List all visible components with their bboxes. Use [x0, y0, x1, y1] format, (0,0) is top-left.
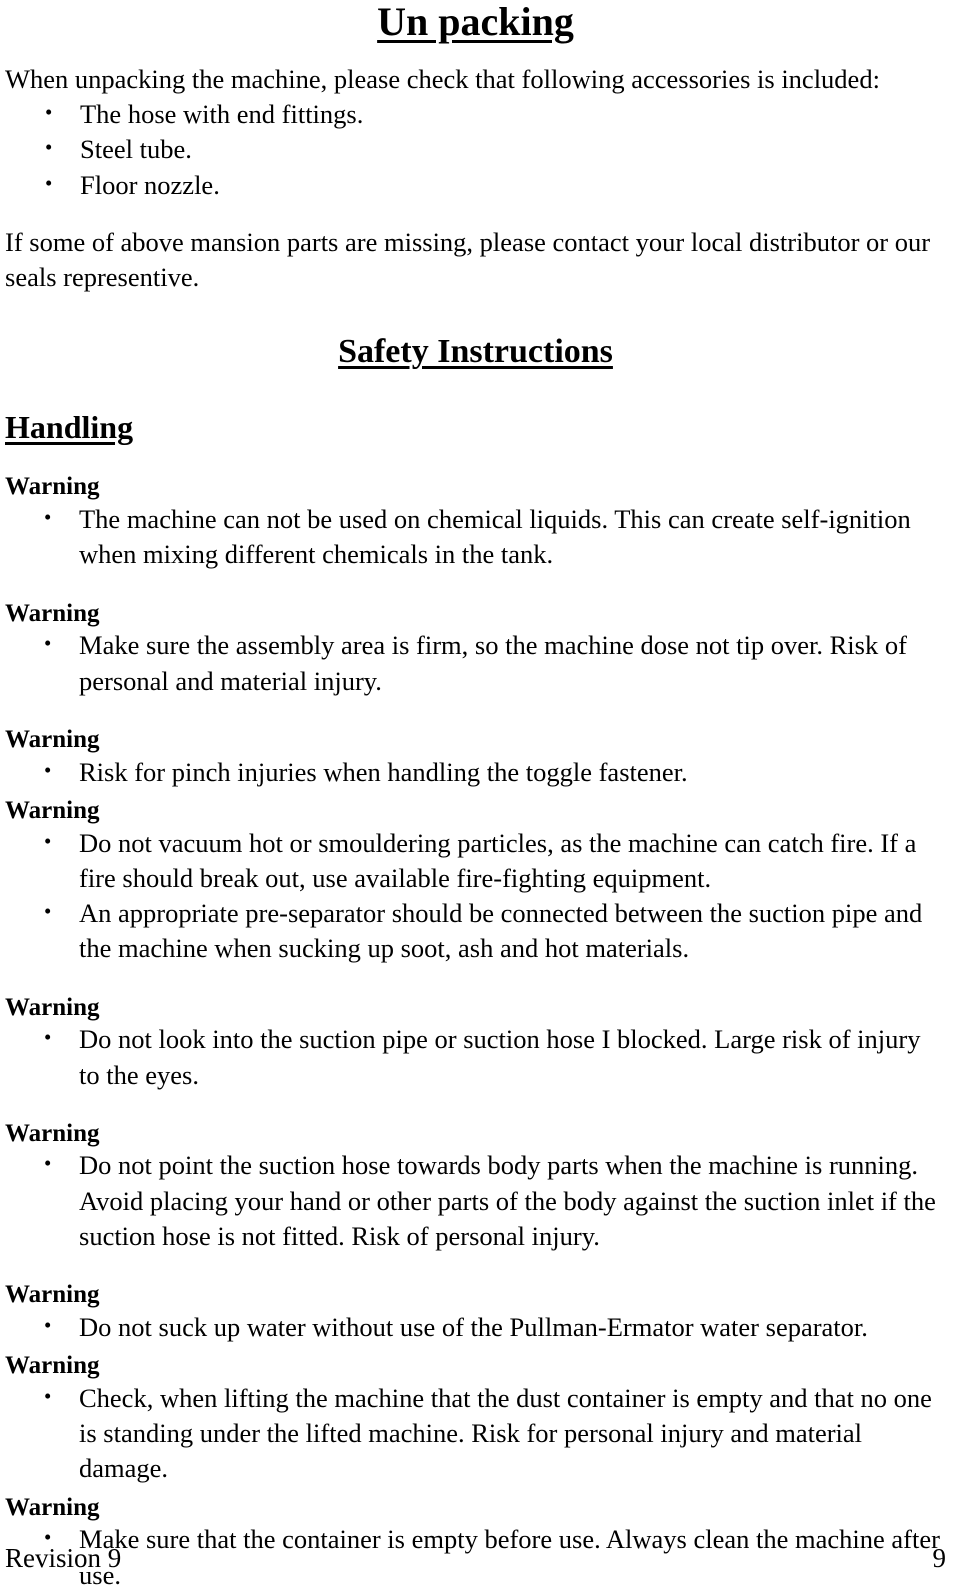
warning-list: Risk for pinch injuries when handling th… — [5, 754, 946, 790]
page-title: Un packing — [5, 0, 946, 42]
list-item: The machine can not be used on chemical … — [5, 501, 946, 572]
revision-label: Revision 9 — [5, 1543, 122, 1574]
warning-label: Warning — [5, 1493, 100, 1521]
handling-heading: Handling — [5, 411, 946, 443]
list-item: Steel tube. — [5, 131, 946, 167]
list-item: Do not point the suction hose towards bo… — [5, 1147, 946, 1254]
list-item: Make sure the assembly area is firm, so … — [5, 627, 946, 698]
list-item: Do not suck up water without use of the … — [5, 1309, 946, 1345]
warning-block: Warning Make sure the assembly area is f… — [5, 600, 946, 699]
warning-label: Warning — [5, 725, 100, 753]
warning-label: Warning — [5, 473, 100, 501]
warning-block: Warning Risk for pinch injuries when han… — [5, 726, 946, 790]
warning-list: Make sure the assembly area is firm, so … — [5, 627, 946, 698]
page-number: 9 — [932, 1543, 947, 1574]
list-item: Do not look into the suction pipe or suc… — [5, 1021, 946, 1092]
list-item: Do not vacuum hot or smouldering particl… — [5, 825, 946, 896]
list-item: An appropriate pre-separator should be c… — [5, 895, 946, 966]
warning-label: Warning — [5, 796, 100, 824]
warning-label: Warning — [5, 599, 100, 627]
list-item: Floor nozzle. — [5, 167, 946, 203]
safety-instructions-heading: Safety Instructions — [5, 335, 946, 369]
page-footer: Revision 9 9 — [5, 1544, 946, 1574]
warning-list: Check, when lifting the machine that the… — [5, 1380, 946, 1487]
warning-block: Warning Do not point the suction hose to… — [5, 1120, 946, 1254]
warning-label: Warning — [5, 1119, 100, 1147]
warning-list: The machine can not be used on chemical … — [5, 501, 946, 572]
intro-paragraph: When unpacking the machine, please check… — [5, 64, 880, 94]
document-page: Un packing When unpacking the machine, p… — [0, 0, 960, 1590]
warning-block: Warning Do not suck up water without use… — [5, 1281, 946, 1345]
list-item: Check, when lifting the machine that the… — [5, 1380, 946, 1487]
warning-block: Warning The machine can not be used on c… — [5, 473, 946, 572]
list-item: The hose with end fittings. — [5, 96, 946, 132]
handling-heading-text: Handling — [5, 409, 134, 446]
list-item: Risk for pinch injuries when handling th… — [5, 754, 946, 790]
warning-label: Warning — [5, 993, 100, 1021]
warning-label: Warning — [5, 1352, 100, 1380]
warning-block: Warning Make sure that the container is … — [5, 1494, 946, 1593]
safety-instructions-heading-text: Safety Instructions — [338, 333, 613, 371]
warning-label: Warning — [5, 1281, 100, 1309]
warning-list: Do not point the suction hose towards bo… — [5, 1147, 946, 1254]
warning-list: Do not look into the suction pipe or suc… — [5, 1021, 946, 1092]
warning-list: Do not suck up water without use of the … — [5, 1309, 946, 1345]
missing-parts-paragraph: If some of above mansion parts are missi… — [5, 226, 931, 293]
page-title-text: Un packing — [377, 0, 574, 44]
warning-block: Warning Do not vacuum hot or smouldering… — [5, 797, 946, 967]
accessories-list: The hose with end fittings. Steel tube. … — [5, 96, 946, 203]
warning-list: Do not vacuum hot or smouldering particl… — [5, 825, 946, 967]
warning-block: Warning Do not look into the suction pip… — [5, 994, 946, 1093]
warning-block: Warning Check, when lifting the machine … — [5, 1352, 946, 1486]
